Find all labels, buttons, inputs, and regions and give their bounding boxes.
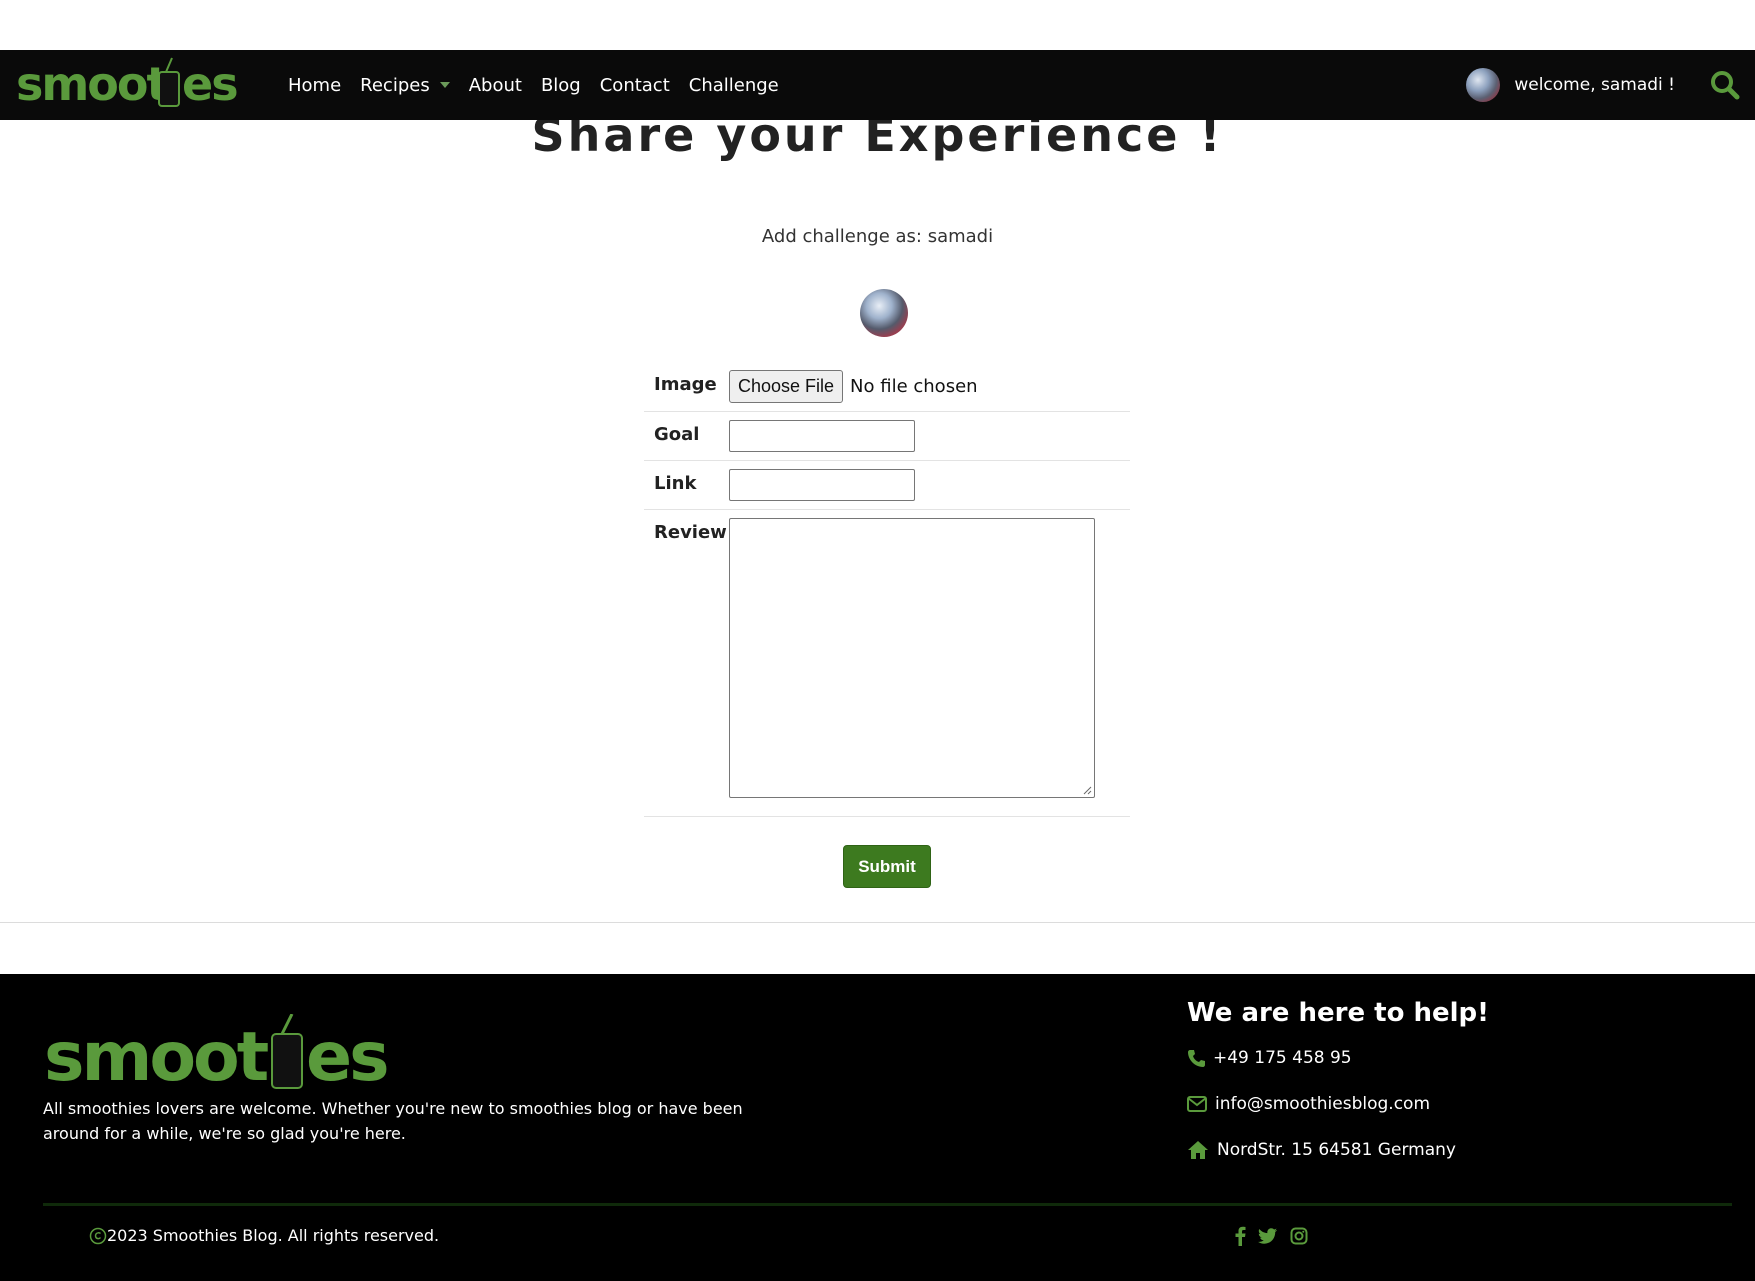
nav-home-label: Home bbox=[288, 74, 342, 96]
choose-file-button[interactable]: Choose File bbox=[729, 370, 844, 403]
search-icon bbox=[1711, 71, 1740, 100]
svg-text:es: es bbox=[182, 57, 237, 111]
twitter-link[interactable] bbox=[1258, 1227, 1278, 1245]
email-text: info@smoothiesblog.com bbox=[1215, 1094, 1430, 1114]
nav-links: Home Recipes About Blog Contact Challeng… bbox=[288, 50, 798, 120]
review-textarea[interactable] bbox=[729, 518, 1095, 798]
challenge-form: Image Choose File No file chosen Goal Li… bbox=[644, 362, 1130, 817]
caret-down-icon bbox=[439, 82, 450, 88]
goal-label: Goal bbox=[654, 424, 700, 445]
svg-text:smoot: smoot bbox=[44, 1018, 268, 1094]
nav-recipes-label: Recipes bbox=[360, 74, 430, 96]
nav-user-area: welcome, samadi ! bbox=[1466, 50, 1755, 120]
nav-challenge-label: Challenge bbox=[688, 74, 779, 96]
svg-text:smoot: smoot bbox=[16, 57, 168, 111]
content-divider bbox=[0, 922, 1755, 923]
footer-logo-image: smoot es bbox=[44, 1013, 390, 1097]
home-icon bbox=[1188, 1141, 1208, 1159]
image-file-input[interactable]: Choose File No file chosen bbox=[729, 370, 978, 403]
instagram-icon bbox=[1290, 1227, 1308, 1245]
review-label: Review bbox=[654, 522, 727, 543]
copyright-icon bbox=[89, 1227, 107, 1244]
author-line: Add challenge as: samadi bbox=[761, 226, 994, 247]
help-title: We are here to help! bbox=[1187, 998, 1490, 1028]
nav-blog-label: Blog bbox=[540, 74, 581, 96]
copyright-text: 2023 Smoothies Blog. All rights reserved… bbox=[107, 1226, 440, 1245]
logo[interactable]: smoot es bbox=[16, 52, 238, 116]
file-status: No file chosen bbox=[850, 376, 978, 397]
nav-challenge[interactable]: Challenge bbox=[689, 75, 779, 96]
image-label: Image bbox=[654, 374, 717, 395]
author-avatar bbox=[860, 289, 908, 337]
review-row: Review bbox=[644, 510, 1130, 817]
contact-phone[interactable]: +49 175 458 95 bbox=[1187, 1048, 1352, 1068]
nav-about[interactable]: About bbox=[469, 75, 522, 96]
goal-input[interactable] bbox=[729, 420, 915, 452]
top-spacer bbox=[0, 0, 1755, 50]
image-row: Image Choose File No file chosen bbox=[644, 362, 1130, 412]
contact-email[interactable]: info@smoothiesblog.com bbox=[1187, 1094, 1430, 1114]
phone-icon bbox=[1188, 1050, 1205, 1067]
link-label: Link bbox=[654, 473, 697, 494]
link-row: Link bbox=[644, 461, 1130, 510]
submit-button[interactable]: Submit bbox=[843, 845, 931, 888]
footer: smoot es All smoothies lovers are welcom… bbox=[0, 974, 1755, 1281]
address-text: NordStr. 15 64581 Germany bbox=[1217, 1140, 1456, 1160]
contact-address: NordStr. 15 64581 Germany bbox=[1187, 1140, 1456, 1160]
facebook-link[interactable] bbox=[1234, 1226, 1246, 1246]
svg-text:es: es bbox=[306, 1018, 387, 1094]
nav-blog[interactable]: Blog bbox=[541, 75, 581, 96]
phone-text: +49 175 458 95 bbox=[1213, 1048, 1352, 1068]
instagram-link[interactable] bbox=[1290, 1227, 1308, 1245]
navbar: smoot es Home Recipes About Blog Contact… bbox=[0, 50, 1755, 120]
social-links bbox=[1234, 1226, 1320, 1246]
nav-recipes-dropdown[interactable]: Recipes bbox=[360, 75, 450, 96]
facebook-icon bbox=[1235, 1226, 1246, 1246]
nav-contact[interactable]: Contact bbox=[600, 75, 670, 96]
welcome-text: welcome, samadi ! bbox=[1514, 75, 1675, 95]
link-input[interactable] bbox=[729, 469, 915, 501]
user-avatar[interactable] bbox=[1466, 68, 1501, 102]
footer-divider bbox=[43, 1203, 1732, 1206]
nav-home[interactable]: Home bbox=[288, 75, 341, 96]
envelope-icon bbox=[1187, 1096, 1207, 1112]
search-button[interactable] bbox=[1705, 65, 1745, 105]
nav-about-label: About bbox=[468, 74, 522, 96]
footer-about-text: All smoothies lovers are welcome. Whethe… bbox=[43, 1099, 743, 1143]
resize-grip-icon[interactable] bbox=[1082, 785, 1092, 795]
nav-contact-label: Contact bbox=[599, 74, 670, 96]
copyright: 2023 Smoothies Blog. All rights reserved… bbox=[89, 1226, 439, 1245]
footer-logo[interactable]: smoot es bbox=[44, 1013, 400, 1098]
logo-image: smoot es bbox=[16, 57, 238, 111]
twitter-icon bbox=[1258, 1228, 1277, 1244]
goal-row: Goal bbox=[644, 412, 1130, 461]
